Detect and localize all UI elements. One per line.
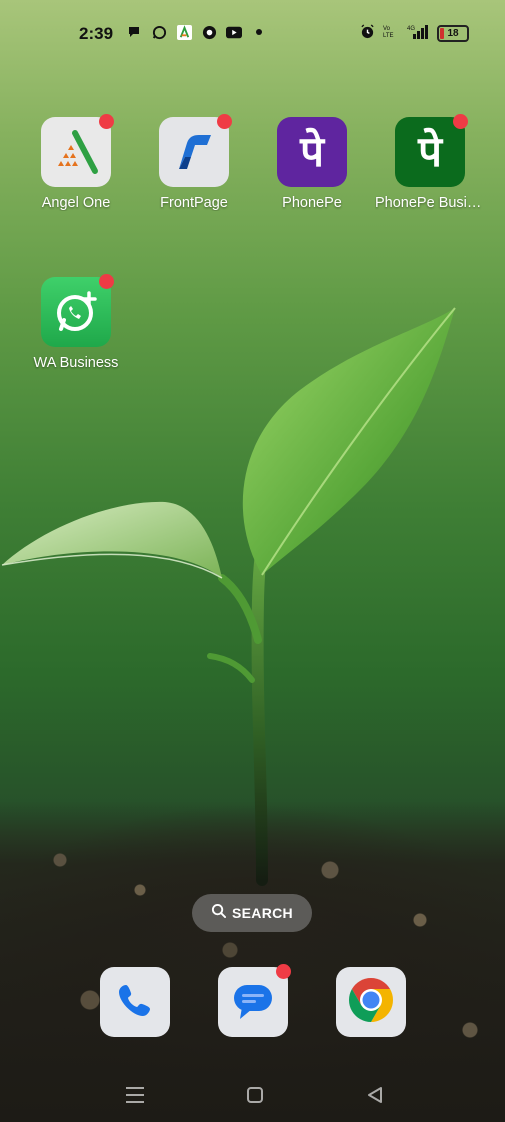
youtube-icon: [226, 24, 242, 40]
wa-business-icon: [41, 274, 114, 347]
app-label: PhonePe: [282, 195, 342, 211]
notification-badge: [99, 114, 114, 129]
app-icon: [201, 24, 217, 40]
status-bar: 2:39 Vo LTE 4G 18: [0, 0, 505, 66]
svg-text:Vo: Vo: [383, 26, 391, 32]
phonepe-icon: पे: [277, 117, 347, 187]
dock-chrome[interactable]: [336, 967, 406, 1037]
dot-icon: [251, 24, 267, 40]
search-button[interactable]: SEARCH: [192, 894, 312, 932]
phone-icon: [115, 980, 155, 1025]
svg-text:LTE: LTE: [383, 33, 394, 39]
4g-signal-icon: 4G: [407, 24, 429, 42]
menu-icon: [126, 1087, 144, 1103]
battery-indicator: 18: [437, 24, 469, 42]
messages-icon: [230, 977, 276, 1028]
search-label: SEARCH: [232, 905, 293, 921]
app-frontpage[interactable]: FrontPage: [139, 114, 249, 211]
app-label: PhonePe Business: [375, 195, 485, 211]
app-angel-one[interactable]: Angel One: [21, 114, 131, 211]
chat-bubble-icon: [126, 24, 142, 40]
dock-messages[interactable]: [218, 964, 291, 1037]
navigation-bar: [0, 1070, 505, 1122]
notification-badge: [99, 274, 114, 289]
whatsapp-icon: [151, 24, 167, 40]
app-phonepe[interactable]: पे PhonePe: [257, 117, 367, 211]
chrome-icon: [346, 975, 396, 1030]
app-label: FrontPage: [160, 195, 228, 211]
search-icon: [211, 903, 227, 923]
app-label: WA Business: [33, 355, 119, 371]
back-button[interactable]: [362, 1082, 388, 1108]
angel-one-icon: [41, 114, 114, 187]
app-phonepe-business[interactable]: पे PhonePe Business: [375, 114, 485, 211]
phonepe-business-icon: पे: [395, 114, 468, 187]
notification-badge: [453, 114, 468, 129]
home-button[interactable]: [242, 1082, 268, 1108]
notification-badge: [217, 114, 232, 129]
app-wa-business[interactable]: WA Business: [21, 274, 131, 371]
volte-icon: Vo LTE: [383, 24, 399, 42]
clock: 2:39: [79, 24, 114, 43]
svg-text:4G: 4G: [407, 26, 415, 32]
dock-phone[interactable]: [100, 967, 170, 1037]
angel-one-icon: [176, 24, 192, 40]
alarm-icon: [360, 24, 375, 42]
notification-badge: [276, 964, 291, 979]
frontpage-icon: [159, 114, 232, 187]
back-icon: [368, 1087, 382, 1103]
menu-button[interactable]: [122, 1082, 148, 1108]
phonepe-business-glyph: पे: [418, 127, 442, 176]
phonepe-glyph: पे: [300, 127, 324, 176]
app-label: Angel One: [41, 195, 111, 211]
home-icon: [247, 1087, 263, 1103]
battery-level: 18: [447, 27, 459, 39]
